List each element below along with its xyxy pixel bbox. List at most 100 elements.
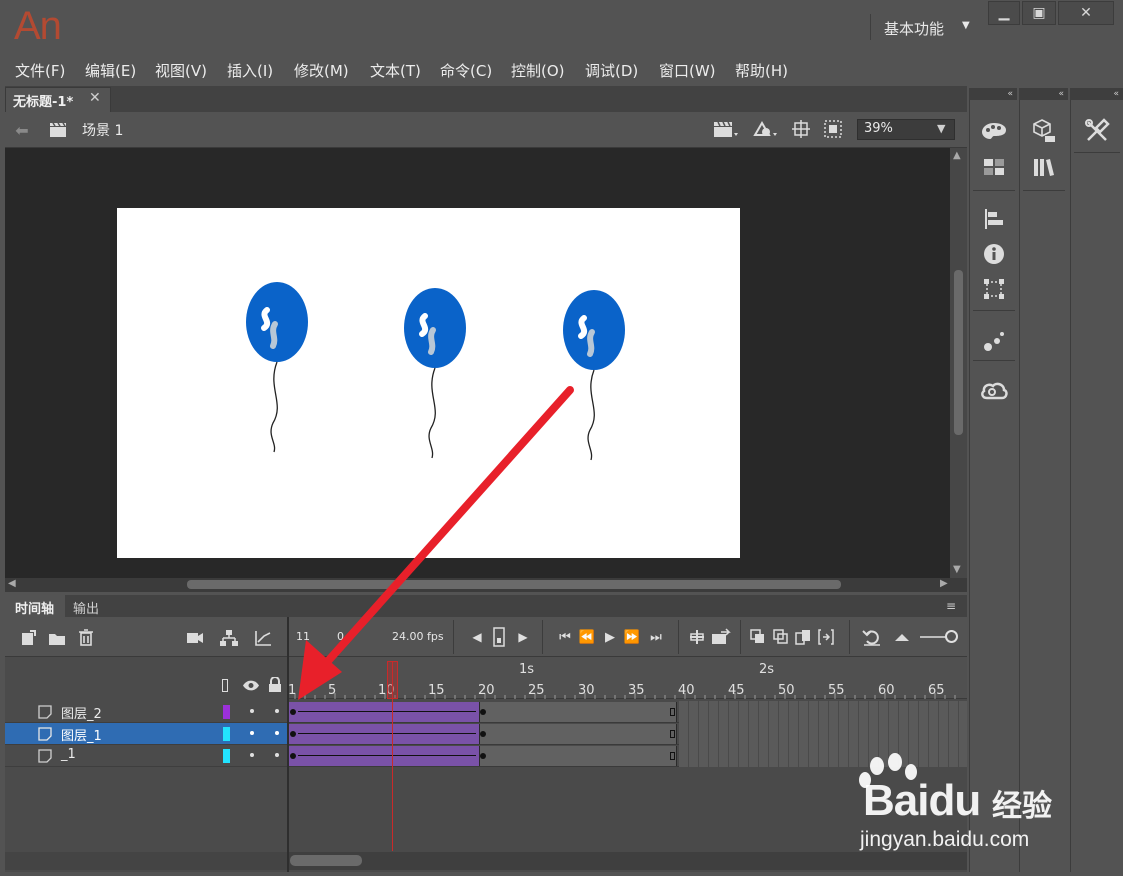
visibility-dot[interactable] (250, 731, 254, 735)
chevron-down-icon[interactable]: ▼ (962, 20, 970, 31)
go-to-first-frame-icon[interactable]: ⏮ (556, 628, 574, 646)
current-frame[interactable]: 11 (296, 630, 310, 643)
empty-frames[interactable] (679, 701, 967, 723)
delete-layer-icon[interactable] (78, 629, 94, 646)
layer-name[interactable]: 图层_1 (61, 725, 102, 744)
balloon[interactable] (246, 282, 308, 453)
layer-name[interactable]: _1 (61, 747, 76, 762)
menu-edit[interactable]: 编辑(E) (85, 60, 136, 81)
outline-toggle-icon[interactable] (222, 679, 228, 692)
lock-icon[interactable] (268, 677, 282, 693)
new-folder-icon[interactable] (48, 631, 66, 646)
onion-skin-icon[interactable] (750, 629, 766, 645)
scroll-down-icon[interactable]: ▼ (953, 564, 961, 575)
next-frame-icon[interactable]: ▶ (516, 628, 530, 646)
new-layer-icon[interactable] (20, 630, 36, 646)
scroll-right-icon[interactable]: ▶ (940, 578, 948, 589)
creative-cloud-icon[interactable] (979, 377, 1009, 405)
undo-icon[interactable] (862, 628, 882, 646)
collapse-panel-icon[interactable]: « (969, 88, 1017, 100)
frame-rate[interactable]: 24.00 fps (392, 630, 444, 643)
tab-output[interactable]: 输出 (73, 598, 99, 617)
stage-vertical-scroll-thumb[interactable] (954, 270, 963, 435)
workspace-switcher[interactable]: 基本功能 (884, 18, 944, 39)
elapsed-time[interactable]: 0 (337, 630, 344, 643)
eye-icon[interactable] (242, 679, 260, 692)
keyframe[interactable] (480, 753, 486, 759)
motion-tween-span[interactable] (289, 724, 479, 744)
go-to-last-frame-icon[interactable]: ⏭ (647, 628, 665, 646)
layer-row-selected[interactable]: 图层_1 (5, 723, 288, 745)
layer-row[interactable]: 图层_2 (5, 701, 288, 723)
clip-content-icon[interactable] (823, 119, 843, 139)
motion-tween-span[interactable] (289, 746, 479, 766)
end-frame-marker[interactable] (670, 730, 675, 738)
keyframe[interactable] (290, 731, 296, 737)
insert-frame-icon[interactable] (711, 628, 731, 646)
chevron-down-icon[interactable]: ▼ (937, 122, 945, 135)
lock-dot[interactable] (275, 753, 279, 757)
visibility-dot[interactable] (250, 753, 254, 757)
timeline-zoom-slider-handle[interactable] (945, 630, 958, 643)
lock-dot[interactable] (275, 709, 279, 713)
menu-modify[interactable]: 修改(M) (294, 60, 349, 81)
layer-color-swatch[interactable] (223, 749, 230, 763)
zoom-out-mountain-icon[interactable] (894, 631, 910, 643)
prev-frame-icon[interactable]: ◀ (470, 628, 484, 646)
frame-span[interactable] (479, 724, 677, 744)
layer-row[interactable]: _1 (5, 745, 288, 767)
frame-span[interactable] (479, 746, 677, 766)
collapse-panel-icon[interactable]: « (1019, 88, 1068, 100)
step-back-icon[interactable]: ⏪ (578, 628, 596, 646)
color-palette-icon[interactable] (979, 117, 1009, 145)
modify-markers-icon[interactable] (818, 628, 834, 646)
menu-file[interactable]: 文件(F) (15, 60, 65, 81)
empty-frames[interactable] (679, 723, 967, 745)
frame-row[interactable] (289, 723, 967, 745)
info-icon[interactable] (979, 240, 1009, 268)
menu-view[interactable]: 视图(V) (155, 60, 207, 81)
lock-dot[interactable] (275, 731, 279, 735)
layer-parenting-icon[interactable] (219, 629, 239, 647)
play-icon[interactable]: ▶ (602, 628, 618, 646)
minimize-button[interactable]: ▁ (988, 1, 1020, 25)
scroll-up-icon[interactable]: ▲ (953, 150, 961, 161)
back-arrow-icon[interactable]: ⬅ (12, 121, 32, 140)
graph-icon[interactable] (254, 630, 272, 646)
close-button[interactable]: ✕ (1058, 1, 1114, 25)
menu-commands[interactable]: 命令(C) (440, 60, 492, 81)
visibility-dot[interactable] (250, 709, 254, 713)
menu-text[interactable]: 文本(T) (370, 60, 421, 81)
stage-canvas[interactable] (117, 208, 740, 558)
properties-icon[interactable] (1029, 117, 1059, 145)
end-frame-marker[interactable] (670, 708, 675, 716)
edit-symbols-icon[interactable] (752, 119, 780, 139)
edit-scene-icon[interactable] (712, 119, 740, 139)
layer-color-swatch[interactable] (223, 727, 230, 741)
menu-help[interactable]: 帮助(H) (735, 60, 788, 81)
keyframe[interactable] (480, 709, 486, 715)
menu-debug[interactable]: 调试(D) (585, 60, 638, 81)
balloon[interactable] (563, 290, 625, 461)
menu-control[interactable]: 控制(O) (511, 60, 565, 81)
motion-tween-span[interactable] (289, 702, 479, 722)
layers-scrollbar[interactable] (5, 852, 288, 870)
scroll-left-icon[interactable]: ◀ (8, 578, 16, 589)
keyframe[interactable] (480, 731, 486, 737)
collapse-panel-icon[interactable]: « (1070, 88, 1123, 100)
keyframe[interactable] (290, 709, 296, 715)
layer-name[interactable]: 图层_2 (61, 703, 102, 722)
restore-button[interactable]: ▣ (1022, 1, 1056, 25)
onion-skin-outlines-icon[interactable] (773, 629, 789, 645)
step-forward-icon[interactable]: ⏩ (623, 628, 641, 646)
keyframe[interactable] (290, 753, 296, 759)
swatches-icon[interactable] (979, 153, 1009, 181)
timeline-horizontal-scrollbar[interactable] (289, 852, 967, 870)
camera-icon[interactable] (186, 631, 204, 645)
align-icon[interactable] (979, 205, 1009, 233)
menu-insert[interactable]: 插入(I) (227, 60, 273, 81)
close-tab-icon[interactable]: ✕ (89, 90, 101, 106)
end-frame-marker[interactable] (670, 752, 675, 760)
motion-presets-icon[interactable] (979, 327, 1009, 355)
timeline-horizontal-scroll-thumb[interactable] (290, 855, 362, 866)
